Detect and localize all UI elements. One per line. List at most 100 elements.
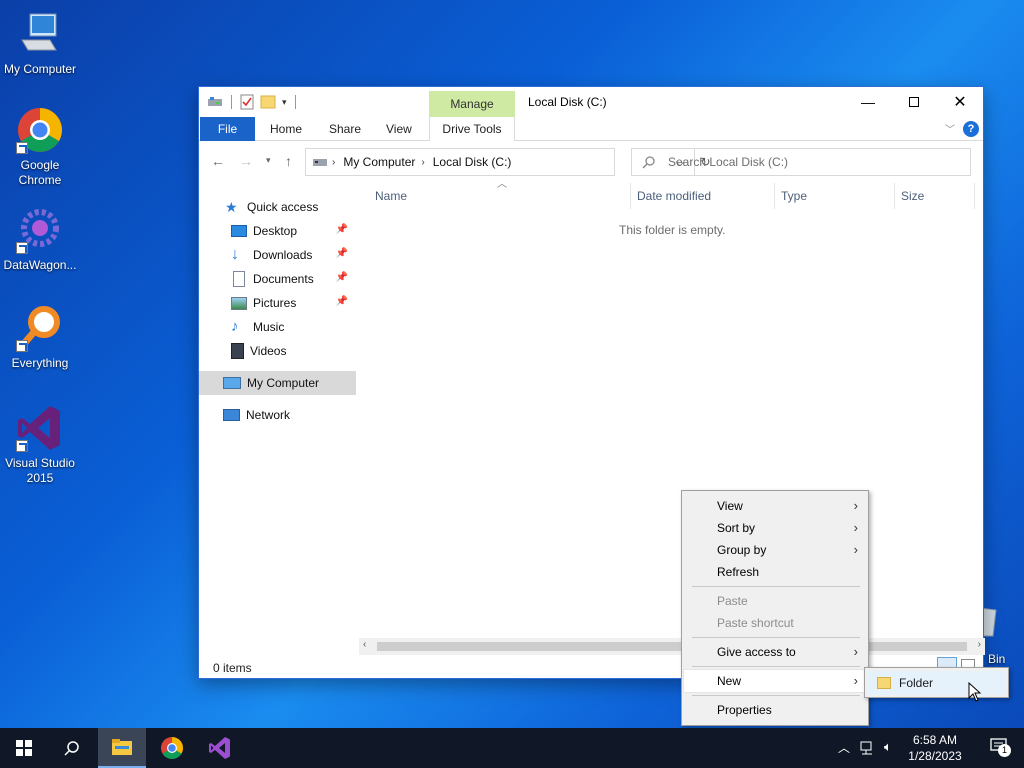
action-center-button[interactable]: 1 — [990, 738, 1014, 758]
menu-item-give-access-to[interactable]: Give access to › — [684, 641, 866, 663]
scroll-right-icon[interactable]: › — [978, 639, 981, 650]
tab-home[interactable]: Home — [258, 117, 314, 141]
scroll-left-icon[interactable]: ‹ — [363, 639, 366, 650]
menu-item-paste-shortcut[interactable]: Paste shortcut — [684, 612, 866, 634]
tab-file[interactable]: File — [200, 117, 255, 141]
menu-item-refresh[interactable]: Refresh — [684, 561, 866, 583]
pin-icon[interactable]: 📌 — [336, 296, 348, 307]
shortcut-arrow-icon — [16, 440, 28, 452]
desktop-icon — [231, 225, 247, 237]
customize-toolbar-dropdown-icon[interactable]: ▾ — [282, 97, 287, 108]
breadcrumb-local-disk[interactable]: Local Disk (C:) — [433, 155, 512, 169]
drive-icon — [208, 97, 222, 106]
help-icon[interactable]: ? — [963, 121, 979, 137]
menu-item-paste[interactable]: Paste — [684, 590, 866, 612]
search-input[interactable]: Search Local Disk (C:) — [631, 148, 971, 176]
submenu-arrow-icon: › — [853, 644, 858, 659]
properties-check-icon[interactable] — [240, 94, 254, 110]
network-icon — [223, 409, 240, 421]
nav-label: Pictures — [253, 296, 297, 310]
separator — [294, 95, 296, 109]
nav-pictures[interactable]: Pictures 📌 — [199, 291, 356, 315]
menu-separator — [692, 695, 860, 696]
menu-item-view[interactable]: View › — [684, 495, 866, 517]
context-menu: View › Sort by › Group by › Refresh Paste P… — [681, 490, 869, 726]
recent-locations-chevron-icon[interactable]: ▾ — [266, 155, 271, 166]
menu-label: Paste shortcut — [717, 616, 794, 630]
menu-separator — [692, 637, 860, 638]
taskbar-chrome[interactable] — [148, 728, 196, 768]
desktop-icon-my-computer[interactable]: My Computer — [0, 10, 80, 77]
separator — [231, 95, 232, 109]
windows-logo-icon — [16, 740, 32, 756]
maximize-button[interactable] — [891, 87, 937, 117]
pin-icon[interactable]: 📌 — [336, 272, 348, 283]
taskbar-visual-studio[interactable] — [196, 728, 244, 768]
menu-item-new-folder[interactable]: Folder — [867, 671, 1006, 695]
show-hidden-icons-chevron-icon[interactable]: ︿ — [838, 739, 850, 756]
system-tray: ︿ 🔈︎ 6:58 AM 1/28/2023 1 — [824, 728, 1024, 768]
nav-network[interactable]: Network — [199, 403, 356, 427]
taskbar-search-button[interactable] — [48, 728, 96, 768]
navigation-bar: ← → ▾ ↑ › My Computer › Local Disk (C:) … — [199, 147, 983, 177]
nav-videos[interactable]: Videos — [199, 339, 356, 363]
close-button[interactable]: ✕ — [937, 87, 983, 117]
taskbar-file-explorer[interactable] — [98, 728, 146, 768]
music-note-icon: ♪ — [231, 318, 239, 335]
nav-music[interactable]: ♪ Music — [199, 315, 356, 339]
desktop-icon-google-chrome[interactable]: Google Chrome — [0, 106, 80, 188]
menu-item-properties[interactable]: Properties — [684, 699, 866, 721]
desktop-icon-everything[interactable]: Everything — [0, 304, 80, 371]
start-button[interactable] — [0, 728, 48, 768]
menu-item-group-by[interactable]: Group by › — [684, 539, 866, 561]
nav-label: Videos — [250, 344, 287, 358]
tab-drive-tools[interactable]: Drive Tools — [429, 117, 515, 141]
menu-label: New — [717, 674, 742, 688]
nav-downloads[interactable]: ↓ Downloads 📌 — [199, 243, 356, 267]
menu-item-new[interactable]: New › — [683, 669, 867, 693]
desktop-icon-datawagon[interactable]: DataWagon... — [0, 206, 80, 273]
ribbon-tabs: File Home Share View Drive Tools ﹀ ? — [199, 117, 983, 141]
scrollbar-thumb[interactable] — [377, 642, 967, 651]
menu-item-sort-by[interactable]: Sort by › — [684, 517, 866, 539]
folder-icon — [112, 739, 132, 755]
breadcrumb-chevron-icon: › — [332, 156, 336, 168]
horizontal-scrollbar[interactable]: ‹ › — [359, 638, 985, 655]
menu-separator — [692, 586, 860, 587]
download-arrow-icon: ↓ — [231, 246, 239, 263]
network-icon[interactable] — [860, 741, 876, 755]
breadcrumb-my-computer[interactable]: My Computer — [343, 155, 415, 169]
up-button[interactable]: ↑ — [285, 153, 292, 169]
column-header-size[interactable]: Size — [895, 183, 975, 209]
recycle-bin-label: Bin — [988, 652, 1006, 666]
forward-button[interactable]: → — [239, 153, 253, 169]
address-bar[interactable]: › My Computer › Local Disk (C:) ⌵ ↻ — [305, 148, 711, 176]
column-header-name[interactable]: Name — [359, 183, 631, 209]
nav-my-computer[interactable]: My Computer — [199, 371, 356, 395]
menu-label: Properties — [717, 703, 772, 717]
volume-icon[interactable]: 🔈︎ — [884, 739, 892, 755]
tab-share[interactable]: Share — [317, 117, 373, 141]
menu-label: Give access to — [717, 645, 796, 659]
breadcrumb-chevron-icon: › — [421, 156, 425, 168]
minimize-button[interactable]: — — [845, 87, 891, 117]
tab-view[interactable]: View — [374, 117, 424, 141]
new-folder-icon[interactable] — [260, 95, 276, 109]
column-header-date-modified[interactable]: Date modified — [631, 183, 775, 209]
desktop-icon-label: DataWagon... — [3, 258, 77, 272]
menu-label: View — [717, 499, 743, 513]
nav-documents[interactable]: Documents 📌 — [199, 267, 356, 291]
nav-desktop[interactable]: Desktop 📌 — [199, 219, 356, 243]
file-list[interactable]: ︿ Name Date modified Type Size This fold… — [359, 179, 983, 653]
expand-ribbon-chevron-icon[interactable]: ﹀ — [945, 121, 955, 136]
column-header-type[interactable]: Type — [775, 183, 895, 209]
clock[interactable]: 6:58 AM 1/28/2023 — [904, 732, 966, 764]
window-title: Local Disk (C:) — [528, 95, 607, 109]
pin-icon[interactable]: 📌 — [336, 248, 348, 259]
desktop-icon-visual-studio[interactable]: Visual Studio 2015 — [0, 404, 80, 486]
nav-quick-access[interactable]: ★ Quick access — [199, 195, 356, 219]
back-button[interactable]: ← — [211, 153, 225, 169]
submenu-arrow-icon: › — [853, 520, 858, 535]
pin-icon[interactable]: 📌 — [336, 224, 348, 235]
pictures-icon — [231, 296, 247, 310]
